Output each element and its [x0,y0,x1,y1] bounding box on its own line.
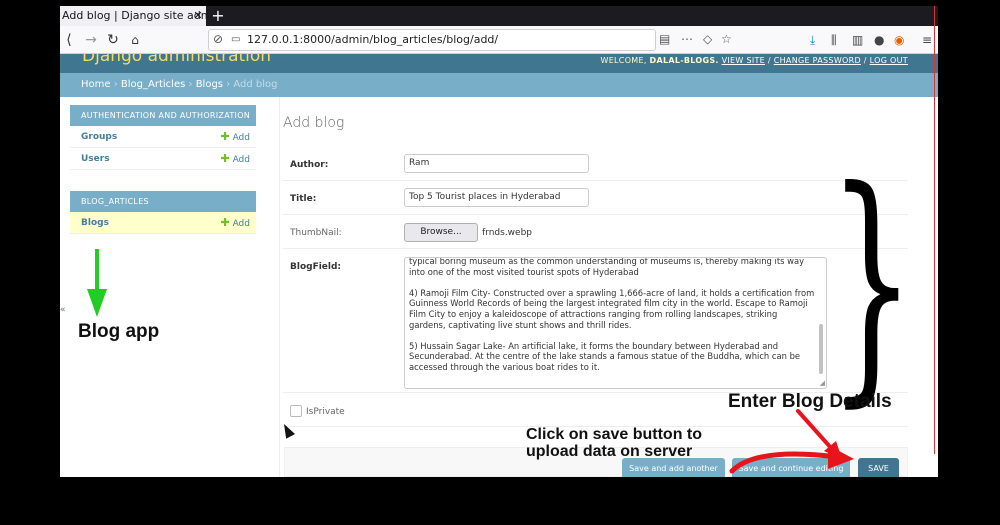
title-field[interactable]: Top 5 Tourist places in Hyderabad [404,188,589,207]
resize-grip-icon[interactable]: ◢ [820,379,825,387]
sidebar-item-label[interactable]: Users [81,154,110,164]
back-icon[interactable]: ⟨ [60,30,78,50]
sidebar-toggle-icon[interactable]: ▥ [852,30,863,50]
sidebar-item-label[interactable]: Groups [81,132,117,142]
page-info-icon[interactable]: ▭ [231,34,240,45]
username: DALAL-BLOGS. [649,56,719,65]
breadcrumb-current: Add blog [233,79,278,90]
browse-button[interactable]: Browse... [404,223,478,242]
navigation-toolbar: ⟨ → ↻ ⌂ ⊘ ▭ 127.0.0.1:8000/admin/blog_ar… [60,26,938,54]
pocket-icon[interactable]: ◇ [703,32,712,46]
sidebar-item-groups[interactable]: Groups ✚ Add [70,126,256,148]
bookmark-star-icon[interactable]: ☆ [721,32,732,46]
browser-tab[interactable]: Add blog | Django site admin ✕ [60,6,206,26]
form-row-thumbnail: ThumbNail: Browse... frnds.webp [283,215,908,249]
save-and-add-another-button[interactable]: Save and add another [622,458,725,477]
library-icon[interactable]: ⫼ [831,30,837,50]
thumbnail-label: ThumbNail: [290,228,342,238]
form-row-author: Author: Ram [283,146,908,181]
isprivate-checkbox[interactable] [290,405,302,417]
annotation-blog-app: Blog app [78,321,160,342]
breadcrumb-home[interactable]: Home [81,79,111,90]
red-arrow-icon [729,409,854,474]
sidebar-item-users[interactable]: Users ✚ Add [70,148,256,170]
author-field[interactable]: Ram [404,154,589,173]
module-blog-articles: BLOG_ARTICLES Blogs ✚ Add [70,191,256,234]
breadcrumb-separator: › [188,79,193,90]
reload-icon[interactable]: ↻ [104,30,122,50]
plus-icon: ✚ [220,216,230,229]
home-icon[interactable]: ⌂ [126,30,144,50]
permissions-icon[interactable]: ⊘ [213,32,223,46]
breadcrumb-separator: › [226,79,231,90]
view-site-link[interactable]: VIEW SITE [722,56,765,65]
form-row-blogfield: BlogField: typical boring museum as the … [283,249,908,393]
breadcrumb: Home › Blog_Articles › Blogs › Add blog [60,73,938,97]
annotation-save-line1: Click on save button to [526,426,703,443]
module-auth: AUTHENTICATION AND AUTHORIZATION Groups … [70,105,256,170]
plus-icon: ✚ [220,152,230,165]
add-groups-link[interactable]: ✚ Add [220,126,250,149]
annotation-save-instruction: Click on save button to upload data on s… [526,426,702,460]
sidebar-item-blogs[interactable]: Blogs ✚ Add [70,212,256,234]
plus-icon: ✚ [220,130,230,143]
selected-file-name: frnds.webp [482,228,533,238]
sidebar-item-label[interactable]: Blogs [81,218,109,228]
author-label: Author: [290,160,329,170]
green-arrow-icon [87,249,107,317]
page-title: Add blog [283,115,345,131]
account-icon[interactable]: ● [874,30,884,50]
blogfield-textarea[interactable]: typical boring museum as the common unde… [404,257,827,389]
add-label: Add [232,219,250,229]
blogfield-text: typical boring museum as the common unde… [409,257,815,372]
add-users-link[interactable]: ✚ Add [220,148,250,171]
blogfield-label: BlogField: [290,262,342,272]
menu-icon[interactable]: ≡ [922,30,932,50]
close-icon[interactable]: ✕ [190,6,206,26]
save-button[interactable]: SAVE [858,458,899,477]
breadcrumb-model[interactable]: Blogs [196,79,223,90]
site-brand[interactable]: Django administration [82,54,271,66]
change-password-link[interactable]: CHANGE PASSWORD [774,56,861,65]
isprivate-label: IsPrivate [306,407,345,417]
module-caption[interactable]: BLOG_ARTICLES [70,191,256,212]
logout-link[interactable]: LOG OUT [870,56,908,65]
extension-icon[interactable]: ◉ [894,30,904,50]
tab-title: Add blog | Django site admin [62,9,206,22]
breadcrumb-separator: › [113,79,118,90]
form-row-title: Title: Top 5 Tourist places in Hyderabad [283,181,908,215]
curly-brace-icon: } [828,137,916,428]
divider-line [934,6,935,454]
admin-header: Django administration WELCOME, DALAL-BLO… [60,54,938,73]
reader-view-icon[interactable]: ▤ [659,32,670,46]
textarea-scrollbar[interactable] [819,324,823,374]
url-bar[interactable]: ⊘ ▭ 127.0.0.1:8000/admin/blog_articles/b… [208,29,732,51]
collapse-sidebar-icon[interactable]: « [60,305,66,315]
downloads-icon[interactable]: ⤓ [810,30,815,50]
annotation-save-line2: upload data on server [526,443,693,460]
separator: / [863,56,867,65]
add-blogs-link[interactable]: ✚ Add [220,212,250,235]
user-tools: WELCOME, DALAL-BLOGS. VIEW SITE / CHANGE… [600,56,908,65]
title-label: Title: [290,194,317,204]
new-tab-icon[interactable]: + [210,6,226,26]
url-text: 127.0.0.1:8000/admin/blog_articles/blog/… [247,33,499,46]
welcome-text: WELCOME, [600,56,647,65]
add-label: Add [232,133,250,143]
tab-bar: Add blog | Django site admin ✕ + [60,6,938,26]
breadcrumb-app[interactable]: Blog_Articles [121,79,185,90]
separator: / [767,56,771,65]
add-label: Add [232,155,250,165]
module-caption[interactable]: AUTHENTICATION AND AUTHORIZATION [70,105,256,126]
page-actions-icon[interactable]: ⋯ [681,32,693,46]
forward-icon[interactable]: → [82,30,100,50]
